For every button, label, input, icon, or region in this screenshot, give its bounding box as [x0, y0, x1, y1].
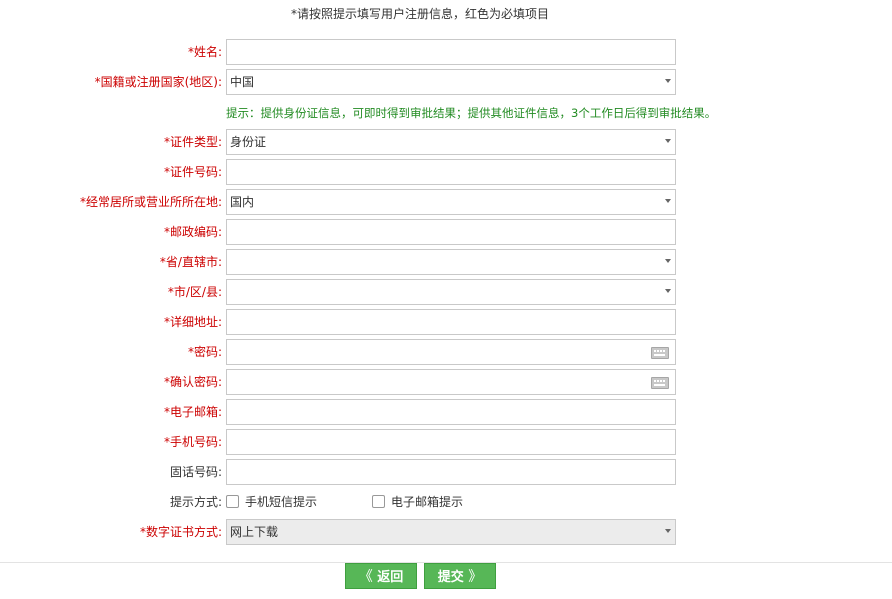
country-label: *国籍或注册国家(地区):: [94, 75, 222, 89]
province-label: *省/直辖市:: [159, 255, 222, 269]
row-province: *省/直辖市:: [0, 249, 892, 275]
id-number-label: *证件号码:: [163, 165, 222, 179]
password-input[interactable]: [226, 339, 676, 365]
landline-label: 固话号码:: [169, 465, 222, 479]
row-mobile: *手机号码:: [0, 429, 892, 455]
email-notify-option[interactable]: 电子邮箱提示: [372, 489, 463, 515]
name-input[interactable]: [226, 39, 676, 65]
row-city: *市/区/县:: [0, 279, 892, 305]
id-type-select-value: 身份证: [230, 135, 267, 149]
id-number-input[interactable]: [226, 159, 676, 185]
email-notify-checkbox[interactable]: [372, 495, 385, 508]
row-email: *电子邮箱:: [0, 399, 892, 425]
mobile-label: *手机号码:: [163, 435, 222, 449]
row-password: *密码:: [0, 339, 892, 365]
email-label: *电子邮箱:: [163, 405, 222, 419]
id-type-select[interactable]: 身份证: [226, 129, 676, 155]
row-confirm-password: *确认密码:: [0, 369, 892, 395]
country-select[interactable]: 中国: [226, 69, 676, 95]
sms-notify-option[interactable]: 手机短信提示: [226, 489, 317, 515]
chevron-down-icon: [665, 199, 671, 203]
row-landline: 固话号码:: [0, 459, 892, 485]
landline-input[interactable]: [226, 459, 676, 485]
residence-select-value: 国内: [230, 195, 255, 209]
keyboard-icon[interactable]: [651, 347, 669, 359]
row-residence: *经常居所或营业所所在地: 国内: [0, 189, 892, 215]
notify-label: 提示方式:: [169, 495, 222, 509]
submit-button-label: 提交: [437, 570, 464, 585]
row-cert-method: *数字证书方式: 网上下载: [0, 519, 892, 545]
email-input[interactable]: [226, 399, 676, 425]
residence-select[interactable]: 国内: [226, 189, 676, 215]
id-type-label: *证件类型:: [163, 135, 222, 149]
address-label: *详细地址:: [163, 315, 222, 329]
password-label: *密码:: [187, 345, 222, 359]
chevron-down-icon: [665, 79, 671, 83]
country-select-value: 中国: [230, 75, 255, 89]
residence-label: *经常居所或营业所所在地:: [79, 195, 222, 209]
back-button[interactable]: 《 返回: [345, 563, 417, 589]
cert-method-label: *数字证书方式:: [139, 525, 222, 539]
name-label: *姓名:: [187, 45, 222, 59]
submit-button[interactable]: 提交 》: [424, 563, 496, 589]
cert-method-select-value: 网上下载: [230, 525, 279, 539]
row-name: *姓名:: [0, 39, 892, 65]
confirm-password-label: *确认密码:: [163, 375, 222, 389]
email-notify-label: 电子邮箱提示: [391, 495, 464, 509]
double-chevron-right-icon: 》: [468, 569, 483, 585]
row-postcode: *邮政编码:: [0, 219, 892, 245]
sms-notify-label: 手机短信提示: [245, 495, 318, 509]
chevron-down-icon: [665, 139, 671, 143]
cert-method-select[interactable]: 网上下载: [226, 519, 676, 545]
chevron-down-icon: [665, 289, 671, 293]
city-select[interactable]: [226, 279, 676, 305]
back-button-label: 返回: [377, 570, 404, 585]
row-address: *详细地址:: [0, 309, 892, 335]
sms-notify-checkbox[interactable]: [226, 495, 239, 508]
row-id-number: *证件号码:: [0, 159, 892, 185]
province-select[interactable]: [226, 249, 676, 275]
chevron-down-icon: [665, 259, 671, 263]
row-id-type: *证件类型: 身份证: [0, 129, 892, 155]
form-instruction: *请按照提示填写用户注册信息，红色为必填项目: [290, 7, 549, 21]
row-country: *国籍或注册国家(地区): 中国: [0, 69, 892, 95]
postcode-input[interactable]: [226, 219, 676, 245]
double-chevron-left-icon: 《: [358, 569, 373, 585]
city-label: *市/区/县:: [167, 285, 222, 299]
mobile-input[interactable]: [226, 429, 676, 455]
address-input[interactable]: [226, 309, 676, 335]
row-notify: 提示方式: 手机短信提示 电子邮箱提示: [0, 489, 892, 515]
id-hint-text: 提示：提供身份证信息，可即时得到审批结果；提供其他证件信息，3个工作日后得到审批…: [226, 106, 717, 120]
postcode-label: *邮政编码:: [163, 225, 222, 239]
confirm-password-input[interactable]: [226, 369, 676, 395]
chevron-down-icon: [665, 529, 671, 533]
keyboard-icon[interactable]: [651, 377, 669, 389]
